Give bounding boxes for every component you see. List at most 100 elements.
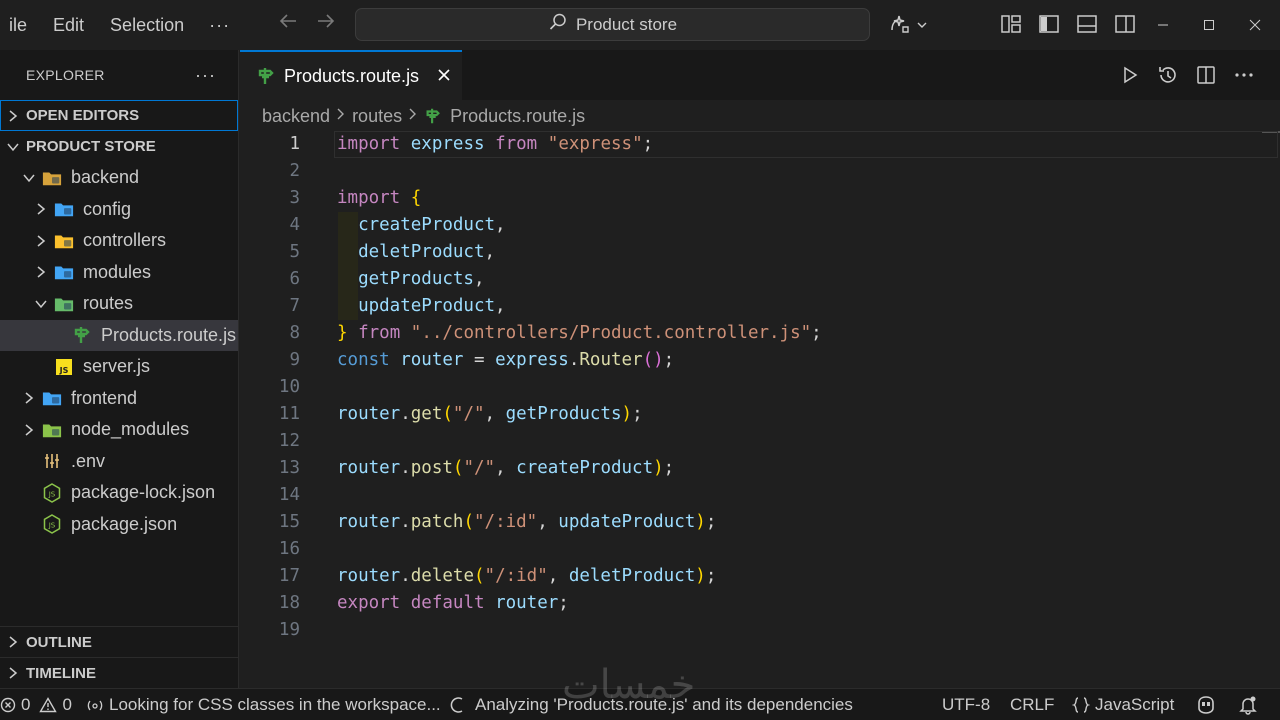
status-task-css[interactable]: Looking for CSS classes in the workspace… xyxy=(86,689,441,720)
code-token: deletProduct xyxy=(568,566,696,586)
tree-item[interactable]: JS server.js xyxy=(0,351,238,383)
tree-item[interactable]: JS package-lock.json xyxy=(0,477,238,509)
menu-file[interactable]: ile xyxy=(0,0,40,50)
line-number: 7 xyxy=(289,296,300,316)
code-text: export default router; xyxy=(337,590,569,617)
code-token: default xyxy=(410,593,485,613)
editor-more-icon[interactable] xyxy=(1232,62,1256,88)
chevron-down-icon xyxy=(6,140,20,154)
breadcrumb-routes[interactable]: routes xyxy=(352,106,402,127)
split-editor-icon[interactable] xyxy=(1194,62,1218,88)
tree-item[interactable]: .env xyxy=(0,446,238,478)
code-line: 3 import { xyxy=(240,185,1280,212)
command-center-search[interactable]: Product store xyxy=(355,8,870,41)
tree-item[interactable]: config xyxy=(0,194,238,226)
explorer-more-button[interactable]: ··· xyxy=(195,65,216,86)
toggle-secondary-sidebar-icon[interactable] xyxy=(1114,13,1138,37)
explorer-title: EXPLORER xyxy=(26,67,105,83)
customize-layout-icon[interactable] xyxy=(1000,13,1024,37)
code-token: router xyxy=(337,566,401,586)
project-label: PRODUCT STORE xyxy=(26,138,156,155)
code-token: export xyxy=(337,593,401,613)
line-number: 10 xyxy=(278,377,300,397)
run-icon[interactable] xyxy=(1118,62,1142,88)
menu-edit[interactable]: Edit xyxy=(40,0,97,50)
maximize-icon[interactable] xyxy=(1186,0,1232,50)
open-editors-section[interactable]: OPEN EDITORS xyxy=(0,100,238,131)
code-token: ; xyxy=(663,458,675,478)
code-token: get xyxy=(410,404,443,424)
code-token: , xyxy=(484,404,506,424)
editor-actions xyxy=(1118,62,1256,88)
outline-section[interactable]: OUTLINE xyxy=(0,626,238,657)
menu-selection[interactable]: Selection xyxy=(97,0,197,50)
toggle-primary-sidebar-icon[interactable] xyxy=(1038,13,1062,37)
minimize-icon[interactable] xyxy=(1140,0,1186,50)
notifications-bell-icon[interactable] xyxy=(1238,689,1258,720)
language-mode-selector[interactable]: JavaScript xyxy=(1072,689,1174,720)
problems-indicator[interactable]: 0 0 xyxy=(0,689,72,720)
code-token: , xyxy=(495,458,517,478)
tab-products-route[interactable]: Products.route.js xyxy=(240,50,462,100)
close-window-icon[interactable] xyxy=(1232,0,1278,50)
env-file-icon xyxy=(42,451,62,471)
back-arrow-icon[interactable] xyxy=(276,10,300,40)
code-line: 18 export default router; xyxy=(240,590,1280,617)
code-line: 12 xyxy=(240,428,1280,455)
tree-item[interactable]: JS package.json xyxy=(0,509,238,541)
code-token: , xyxy=(484,242,496,262)
toggle-panel-icon[interactable] xyxy=(1076,13,1100,37)
tree-item[interactable]: routes xyxy=(0,288,238,320)
line-number: 13 xyxy=(278,458,300,478)
close-tab-icon[interactable] xyxy=(437,66,451,87)
tree-item[interactable]: modules xyxy=(0,257,238,289)
breadcrumb-file[interactable]: Products.route.js xyxy=(450,106,585,127)
code-editor[interactable]: 1 import express from "express"; 2 3 import … xyxy=(240,131,1280,688)
timeline-section[interactable]: TIMELINE xyxy=(0,657,238,688)
tab-bar: Products.route.js xyxy=(240,50,1280,100)
code-token: . xyxy=(400,512,411,532)
line-number: 9 xyxy=(289,350,300,370)
chevron-down-icon xyxy=(34,297,54,311)
svg-text:JS: JS xyxy=(48,490,56,498)
code-token: , xyxy=(495,215,506,235)
code-text: router.post("/", createProduct); xyxy=(337,455,674,482)
tree-item[interactable]: node_modules xyxy=(0,414,238,446)
code-line: 4 createProduct, xyxy=(240,212,1280,239)
node-modules-folder-icon xyxy=(42,420,62,440)
tree-item[interactable]: controllers xyxy=(0,225,238,257)
code-token: router xyxy=(337,512,401,532)
code-token: , xyxy=(547,566,569,586)
forward-arrow-icon[interactable] xyxy=(314,10,338,40)
timeline-history-icon[interactable] xyxy=(1156,62,1180,88)
tree-item[interactable]: backend xyxy=(0,162,238,194)
code-token: getProducts xyxy=(505,404,622,424)
eol-selector[interactable]: CRLF xyxy=(1010,689,1054,720)
code-line: 5 deletProduct, xyxy=(240,239,1280,266)
menu-more-button[interactable]: ··· xyxy=(197,15,242,36)
sidebar-bottom-sections: OUTLINE TIMELINE xyxy=(0,626,238,688)
code-token: . xyxy=(400,458,411,478)
tree-item[interactable]: Products.route.js xyxy=(0,319,238,351)
chevron-right-icon xyxy=(34,265,54,279)
code-token: getProducts xyxy=(358,269,474,289)
copilot-status-icon[interactable] xyxy=(1195,689,1217,720)
code-token: ( xyxy=(442,404,453,424)
layout-controls xyxy=(1000,13,1138,37)
encoding-selector[interactable]: UTF-8 xyxy=(942,689,990,720)
search-query: Product store xyxy=(575,14,678,34)
code-token: import xyxy=(337,134,401,154)
code-line: 2 xyxy=(240,158,1280,185)
code-token: deletProduct xyxy=(358,242,485,262)
project-section[interactable]: PRODUCT STORE xyxy=(0,131,238,162)
tree-item[interactable]: frontend xyxy=(0,383,238,415)
breadcrumb-backend[interactable]: backend xyxy=(262,106,330,127)
chevron-right-icon xyxy=(34,234,54,248)
copilot-button[interactable] xyxy=(888,12,928,41)
code-token: () xyxy=(642,350,664,370)
code-line: 13 router.post("/", createProduct); xyxy=(240,455,1280,482)
